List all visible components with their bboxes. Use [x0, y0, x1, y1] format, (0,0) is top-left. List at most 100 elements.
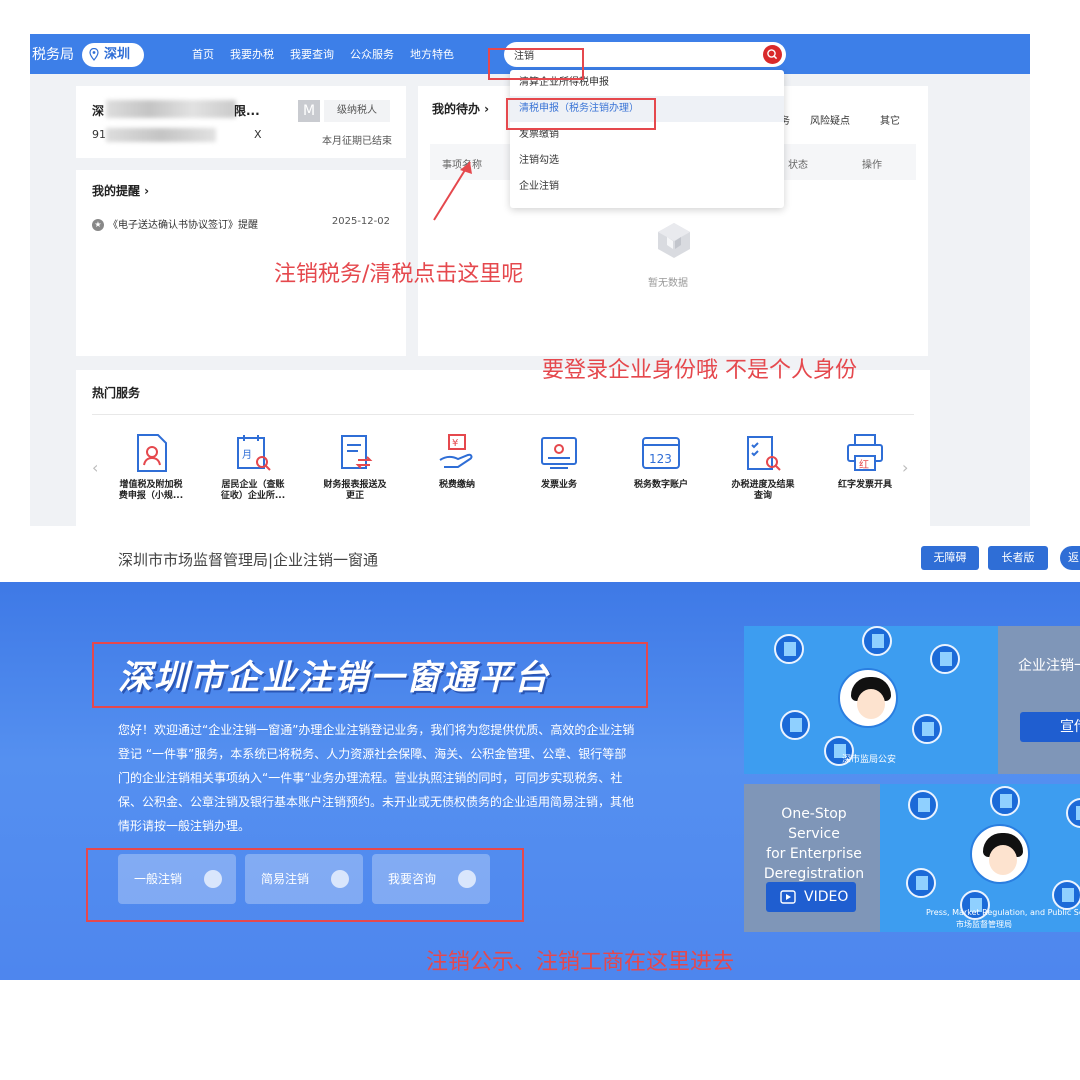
service-label: 增值税及附加税 费申报（小规...: [118, 480, 184, 501]
nav-local-feature[interactable]: 地方特色: [410, 46, 454, 62]
building-icon: [906, 868, 936, 898]
document-person-icon: [137, 434, 167, 472]
nav-query[interactable]: 我要查询: [290, 46, 334, 62]
service-label: 居民企业（查账 征收）企业所...: [220, 480, 286, 501]
service-label: 红字发票开具: [837, 480, 892, 490]
annotation-arrow-icon: [433, 161, 472, 221]
promo-tile-top-right[interactable]: 企业注销一 宣传: [998, 626, 1080, 774]
market-supervision-panel: 深圳市市场监督管理局|企业注销一窗通 无障碍 长者版 返 深圳市企业注销一窗通平…: [0, 534, 1080, 980]
redacted-company-id: [106, 128, 216, 142]
company-name-prefix: 深: [92, 104, 105, 118]
hero-banner: 深圳市企业注销一窗通平台 您好！欢迎通过“企业注销一窗通”办理企业注销登记业务，…: [0, 582, 1080, 980]
digital-account-icon: 123: [642, 437, 680, 469]
service-financial-report[interactable]: 财务报表报送及 更正: [312, 432, 398, 502]
annotation-text: 注销税务/清税点击这里呢: [274, 262, 524, 287]
accessibility-button[interactable]: 无障碍: [921, 546, 979, 570]
taxpayer-level-badge: M: [298, 100, 320, 122]
button-label: 一般注销: [134, 872, 183, 886]
nav-home[interactable]: 首页: [192, 46, 214, 62]
general-deregistration-button[interactable]: 一般注销: [118, 854, 236, 904]
svg-text:红: 红: [859, 458, 869, 471]
city-label: 深圳: [104, 47, 131, 62]
button-label: 我要咨询: [388, 872, 437, 886]
arrow-circle-icon: [331, 870, 349, 888]
person-minus-icon: [204, 870, 222, 888]
graphic-caption: 深市监局公安: [842, 755, 897, 765]
search-icon: [767, 49, 778, 60]
annotation-text: 要登录企业身份哦 不是个人身份: [542, 358, 857, 383]
invoice-icon: [541, 437, 577, 469]
back-button[interactable]: 返: [1060, 546, 1080, 570]
tab-risk[interactable]: 风险疑点: [810, 112, 850, 127]
suggestion-item[interactable]: 注销勾选: [510, 148, 784, 174]
elder-mode-button[interactable]: 长者版: [988, 546, 1048, 570]
company-id-suffix: X: [254, 128, 262, 141]
search-input[interactable]: [514, 45, 754, 63]
reminder-date: 2025-12-02: [331, 216, 390, 227]
annotation-text: 注销公示、注销工商在这里进去: [426, 950, 735, 975]
promo-graphic-top[interactable]: 深市监局公安: [744, 626, 998, 774]
reminders-title[interactable]: 我的提醒 ›: [92, 182, 149, 199]
service-label: 发票业务: [540, 480, 577, 490]
building-icon: [908, 790, 938, 820]
reminder-item[interactable]: ★ 《电子送达确认书协议签订》提醒: [92, 216, 258, 231]
nav-public-service[interactable]: 公众服务: [350, 46, 394, 62]
service-tax-payment[interactable]: ¥ 税费缴纳: [414, 432, 500, 491]
search-suggestions: 清算企业所得税申报 清税申报（税务注销办理） 发票缴销 注销勾选 企业注销: [510, 70, 784, 208]
empty-box-icon: [658, 223, 690, 258]
city-selector[interactable]: 深圳: [82, 43, 144, 67]
banner-title: 深圳市企业注销一窗通平台: [118, 658, 550, 698]
suggestion-item[interactable]: 企业注销: [510, 174, 784, 200]
brand-title: 税务局: [32, 47, 74, 63]
video-button[interactable]: VIDEO: [766, 882, 856, 912]
todo-title[interactable]: 我的待办 ›: [432, 100, 489, 117]
company-name-suffix: 限...: [234, 104, 260, 118]
graphic-caption: 市场监督管理局: [956, 920, 1012, 929]
company-id-prefix: 91: [92, 128, 106, 141]
suggestion-item[interactable]: 发票缴销: [510, 122, 784, 148]
chevron-left-icon[interactable]: ‹: [92, 458, 98, 477]
col-status: 状态: [788, 160, 808, 171]
service-vat[interactable]: 增值税及附加税 费申报（小规...: [108, 432, 194, 502]
service-digital-account[interactable]: 123 税务数字账户: [618, 432, 704, 491]
service-corporate-income[interactable]: 月 居民企业（查账 征收）企业所...: [210, 432, 296, 502]
top-nav-bar: 税务局 深圳 首页 我要办税 我要查询 公众服务 地方特色: [30, 34, 1030, 74]
main-nav: 首页 我要办税 我要查询 公众服务 地方特色: [192, 46, 454, 62]
search-box: [504, 42, 786, 67]
video-tile[interactable]: One-Stop Service for Enterprise Deregist…: [744, 784, 880, 932]
taxpayer-level-tag: 级纳税人: [324, 100, 390, 122]
market-header: 深圳市市场监督管理局|企业注销一窗通 无障碍 长者版 返: [0, 534, 1080, 582]
star-icon: ★: [92, 219, 104, 231]
col-action: 操作: [862, 160, 882, 171]
tab-other[interactable]: 其它: [880, 112, 900, 127]
svg-text:123: 123: [649, 452, 672, 466]
service-red-invoice[interactable]: 红 红字发票开具: [822, 432, 908, 491]
hot-services-title: 热门服务: [92, 386, 141, 400]
graphic-caption: Press, Market Regulation, and Public Sec…: [926, 908, 1080, 917]
svg-text:¥: ¥: [452, 438, 458, 449]
suggestion-item[interactable]: 清算企业所得税申报: [510, 70, 784, 96]
service-label: 财务报表报送及 更正: [323, 480, 387, 501]
service-label: 税务数字账户: [633, 480, 688, 490]
divider: [92, 414, 914, 415]
promo-video-button[interactable]: 宣传: [1020, 712, 1080, 742]
building-icon: [1052, 880, 1080, 910]
nav-do-tax[interactable]: 我要办税: [230, 46, 274, 62]
building-icon: [862, 626, 892, 656]
service-progress-query[interactable]: 办税进度及结果 查询: [720, 432, 806, 502]
period-status: 本月征期已结束: [322, 136, 392, 147]
hand-coin-icon: ¥: [439, 434, 473, 468]
building-icon: [780, 710, 810, 740]
search-button[interactable]: [763, 45, 782, 64]
video-tile-text: One-Stop Service for Enterprise Deregist…: [763, 806, 865, 882]
svg-text:月: 月: [242, 449, 252, 461]
consult-button[interactable]: 我要咨询: [372, 854, 490, 904]
suggestion-item-selected[interactable]: 清税申报（税务注销办理）: [510, 96, 784, 122]
building-icon: [990, 786, 1020, 816]
checklist-search-icon: [747, 436, 781, 471]
location-pin-icon: [89, 48, 99, 61]
promo-graphic-bottom[interactable]: Press, Market Regulation, and Public Sec…: [880, 784, 1080, 932]
service-invoice[interactable]: 发票业务: [516, 432, 602, 491]
simple-deregistration-button[interactable]: 简易注销: [245, 854, 363, 904]
tax-bureau-panel: 税务局 深圳 首页 我要办税 我要查询 公众服务 地方特色 注销 深 限... …: [30, 34, 1030, 526]
